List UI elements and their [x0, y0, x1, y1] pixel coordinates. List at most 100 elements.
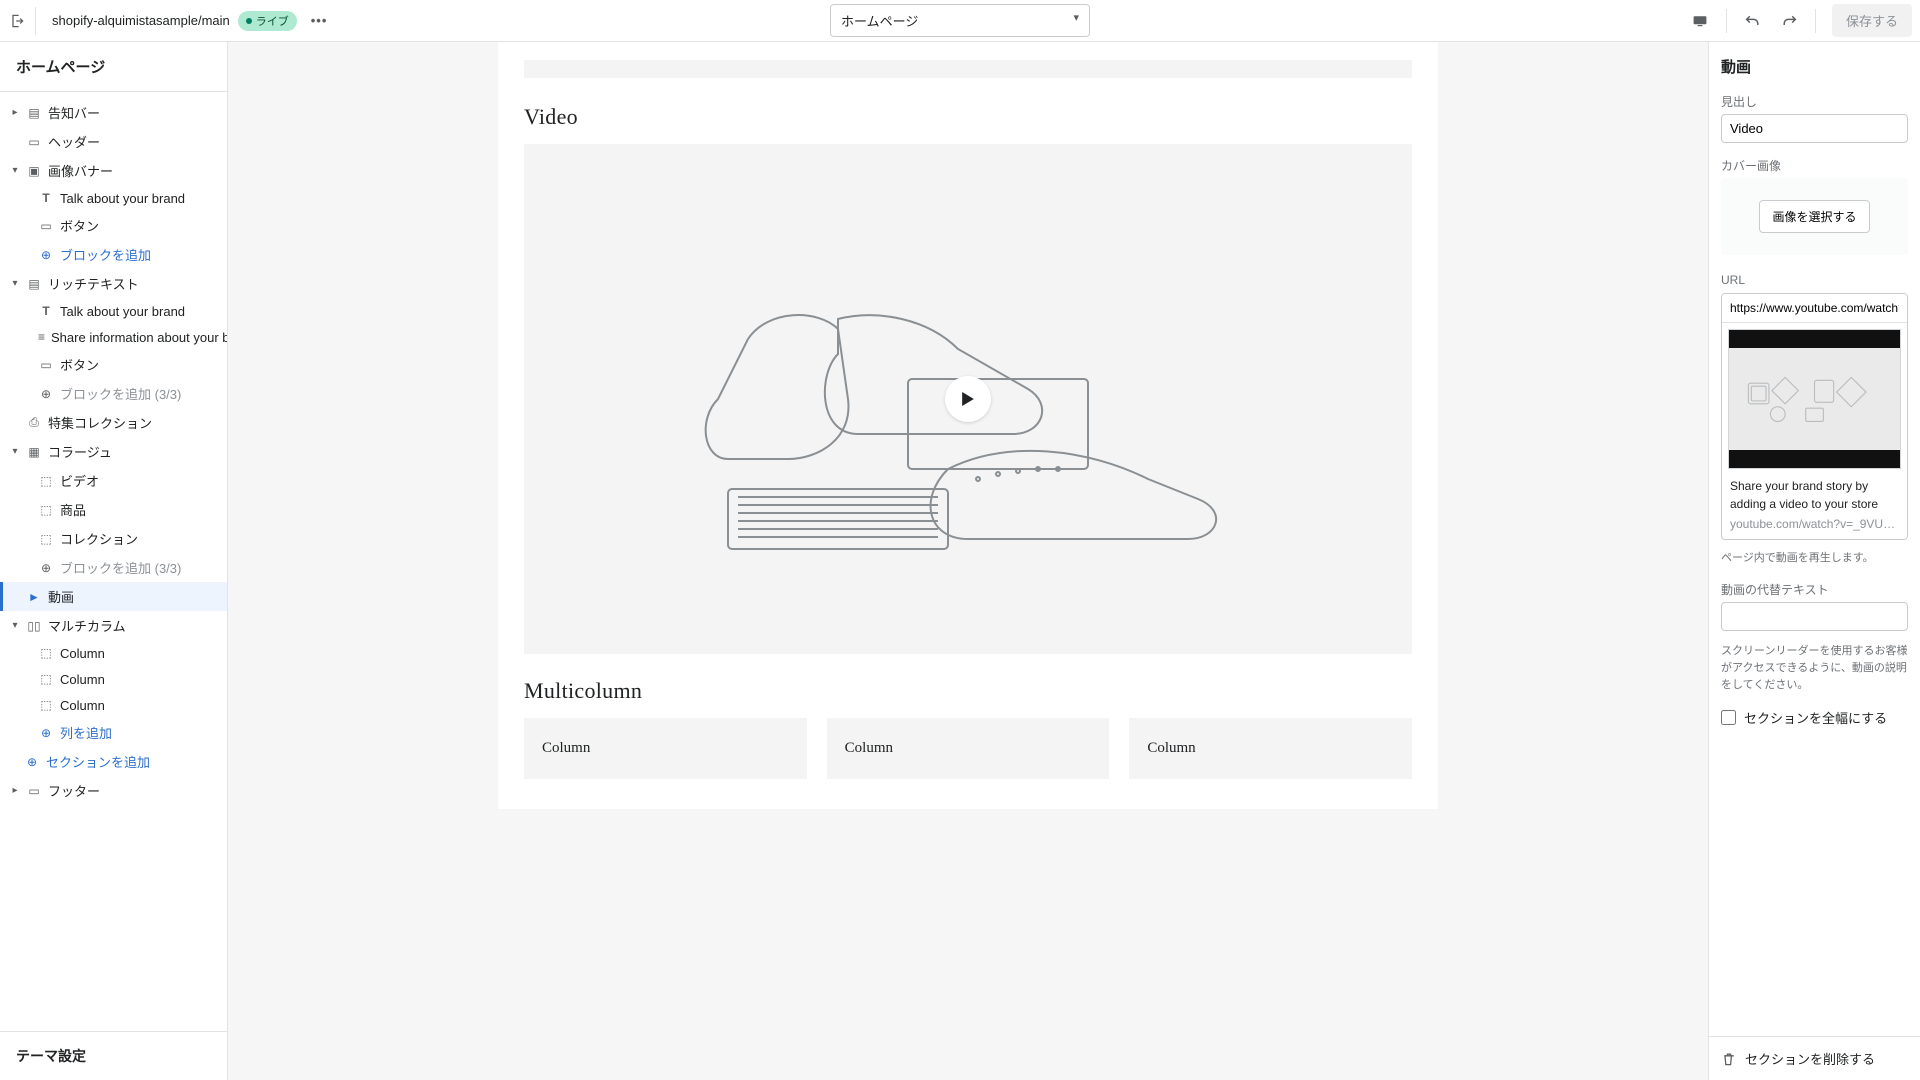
block-column[interactable]: ⬚Column [0, 666, 227, 692]
play-inline-help: ページ内で動画を再生します。 [1709, 546, 1920, 575]
block-label: Column [60, 646, 105, 661]
block-label: Talk about your brand [60, 191, 185, 206]
section-label: 画像バナー [48, 161, 113, 180]
preview-canvas[interactable]: Video Multicolumn [228, 42, 1708, 1080]
block-label: Talk about your brand [60, 304, 185, 319]
inspector-title: 動画 [1709, 42, 1920, 87]
delete-section-button[interactable]: セクションを削除する [1709, 1036, 1920, 1080]
frame-icon: ⬚ [38, 531, 54, 547]
block-talk-brand[interactable]: T Talk about your brand [0, 185, 227, 211]
page-selector[interactable]: ホームページ [830, 4, 1090, 37]
section-rich-text[interactable]: ▾▤リッチテキスト [0, 269, 227, 298]
header-icon: ▭ [26, 134, 42, 150]
more-menu-button[interactable]: ••• [305, 9, 334, 32]
chevron-down-icon: ▾ [10, 278, 20, 289]
alt-text-help: スクリーンリーダーを使用するお客様がアクセスできるように、動画の説明をしてくださ… [1709, 639, 1920, 702]
column-card: Column [827, 718, 1110, 779]
block-label: Column [60, 698, 105, 713]
preview-page: Video Multicolumn [498, 42, 1438, 809]
plus-circle-icon: ⊕ [38, 247, 54, 263]
sidebar-title: ホームページ [0, 42, 227, 92]
block-label: Share information about your b... [51, 330, 227, 345]
block-label: Column [60, 672, 105, 687]
live-dot-icon [246, 18, 252, 24]
placeholder-strip [524, 60, 1412, 78]
plus-circle-icon: ⊕ [24, 754, 40, 770]
section-announcement-bar[interactable]: ▸▤告知バー [0, 98, 227, 127]
url-description: Share your brand story by adding a video… [1722, 469, 1907, 515]
text-icon: T [38, 190, 54, 206]
frame-icon: ⬚ [38, 645, 54, 661]
block-talk-brand[interactable]: T Talk about your brand [0, 298, 227, 324]
desktop-view-button[interactable] [1684, 5, 1716, 37]
collection-icon: ⎙ [26, 415, 42, 431]
block-button[interactable]: ▭ボタン [0, 211, 227, 240]
add-block-label: ブロックを追加 (3/3) [60, 384, 181, 403]
add-column-button[interactable]: ⊕列を追加 [0, 718, 227, 747]
trash-icon [1721, 1051, 1737, 1067]
fullwidth-checkbox-row[interactable]: セクションを全幅にする [1709, 702, 1920, 733]
collage-icon: ▦ [26, 444, 42, 460]
heading-label: 見出し [1709, 87, 1920, 114]
play-button[interactable] [945, 376, 991, 422]
heading-input[interactable] [1721, 114, 1908, 143]
block-column[interactable]: ⬚ Column [0, 640, 227, 666]
multicolumn-row: Column Column Column [524, 718, 1412, 779]
url-label: URL [1709, 267, 1920, 291]
inspector-panel: 動画 見出し カバー画像 画像を選択する URL [1708, 42, 1920, 1080]
plus-circle-icon: ⊕ [38, 560, 54, 576]
add-block-button-disabled: ⊕ ブロックを追加 (3/3) [0, 553, 227, 582]
plus-circle-icon: ⊕ [38, 386, 54, 402]
desktop-icon [1692, 13, 1708, 29]
section-collage[interactable]: ▾▦コラージュ [0, 437, 227, 466]
section-multicolumn[interactable]: ▾▯▯マルチカラム [0, 611, 227, 640]
chevron-right-icon: ▸ [10, 107, 20, 118]
alt-text-input[interactable] [1721, 602, 1908, 631]
topbar: shopify-alquimistasample/main ライブ ••• ホー… [0, 0, 1920, 42]
undo-icon [1745, 13, 1761, 29]
block-video[interactable]: ⬚ビデオ [0, 466, 227, 495]
block-product[interactable]: ⬚商品 [0, 495, 227, 524]
fullwidth-checkbox[interactable] [1721, 710, 1736, 725]
add-block-button[interactable]: ⊕ブロックを追加 [0, 240, 227, 269]
save-button[interactable]: 保存する [1832, 4, 1912, 37]
undo-button[interactable] [1737, 5, 1769, 37]
select-image-button[interactable]: 画像を選択する [1759, 200, 1869, 233]
topbar-left: shopify-alquimistasample/main ライブ ••• [8, 7, 333, 35]
block-button[interactable]: ▭ボタン [0, 350, 227, 379]
frame-icon: ⬚ [38, 502, 54, 518]
section-footer[interactable]: ▸▭フッター [0, 776, 227, 805]
paragraph-icon: ≡ [38, 329, 45, 345]
columns-icon: ▯▯ [26, 618, 42, 634]
page-selector-label: ホームページ [841, 14, 918, 29]
section-header[interactable]: ▭ ヘッダー [0, 127, 227, 156]
frame-icon: ⬚ [38, 697, 54, 713]
redo-icon [1781, 13, 1797, 29]
section-image-banner[interactable]: ▾▣画像バナー [0, 156, 227, 185]
section-featured-collection[interactable]: ⎙特集コレクション [0, 408, 227, 437]
divider [1726, 9, 1727, 33]
block-column[interactable]: ⬚ Column [0, 692, 227, 718]
add-section-button[interactable]: ⊕セクションを追加 [0, 747, 227, 776]
chevron-down-icon: ▾ [10, 165, 20, 176]
inspector-body: 動画 見出し カバー画像 画像を選択する URL [1709, 42, 1920, 1036]
block-collection[interactable]: ⬚コレクション [0, 524, 227, 553]
exit-editor-button[interactable] [8, 7, 36, 35]
chevron-right-icon: ▸ [10, 785, 20, 796]
section-label: ヘッダー [48, 132, 100, 151]
play-circle-icon: ► [26, 589, 42, 605]
block-share-info[interactable]: ≡ Share information about your b... [0, 324, 227, 350]
text-icon: T [38, 303, 54, 319]
main-layout: ホームページ ▸▤告知バー ▭ ヘッダー ▾▣画像バナー T Talk about … [0, 42, 1920, 1080]
column-card: Column [1129, 718, 1412, 779]
add-block-label: ブロックを追加 (3/3) [60, 558, 181, 577]
video-section-heading: Video [524, 104, 1412, 130]
section-video[interactable]: ►動画 [0, 582, 227, 611]
section-label: 告知バー [48, 103, 100, 122]
theme-settings-button[interactable]: テーマ設定 [0, 1031, 227, 1080]
play-icon [961, 392, 975, 406]
video-url-input[interactable] [1722, 294, 1907, 323]
column-card: Column [524, 718, 807, 779]
cover-image-label: カバー画像 [1709, 151, 1920, 178]
redo-button[interactable] [1773, 5, 1805, 37]
